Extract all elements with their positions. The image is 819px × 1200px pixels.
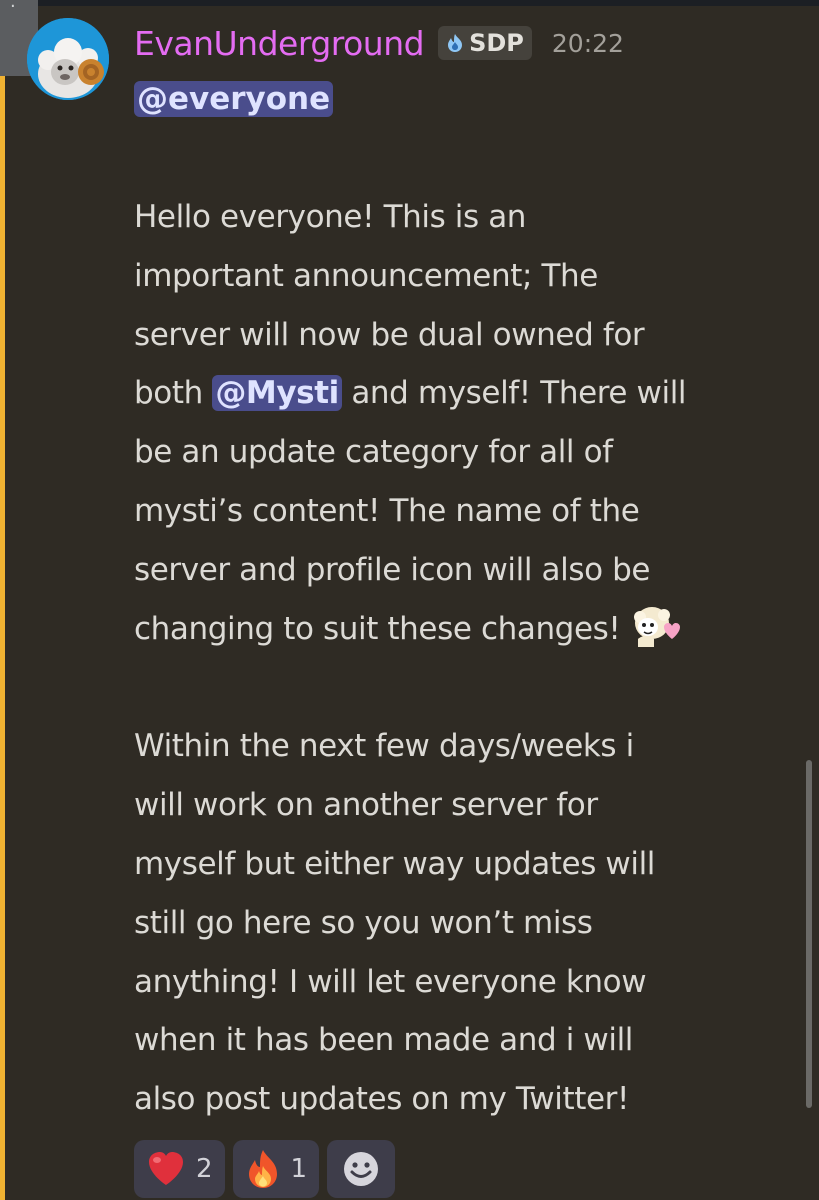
reaction-heart[interactable]: 2 [134,1140,225,1198]
mention-highlight-bar [0,76,5,1200]
fragment-glyph: · [10,0,16,17]
mention-everyone[interactable]: @everyone [134,81,334,117]
red-heart-icon [149,1152,183,1185]
fire-icon [248,1150,277,1188]
server-tag[interactable]: SDP [438,26,532,60]
add-reaction-button[interactable] [327,1140,396,1198]
text-line: Hello everyone! This is an [134,199,527,235]
reactions-bar: 2 1 [134,1140,396,1198]
message-body: Hello everyone! This is an important ann… [134,188,814,1129]
server-tag-label: SDP [469,29,524,57]
flame-badge-icon [448,34,463,52]
text-line: be an update category for all of [134,434,613,471]
reaction-fire[interactable]: 1 [232,1140,320,1198]
everyone-mention-line: @everyone [134,73,334,125]
mention-user[interactable]: @Mysti [212,375,342,412]
text-line: mysti’s content! The name of the [134,492,640,529]
reaction-count: 1 [290,1154,308,1184]
custom-emoji-icon[interactable] [630,601,684,649]
text-line: server will now be dual owned for [134,316,645,353]
text-line: important announcement; The [134,257,598,294]
text-line: anything! I will let everyone know [134,963,647,1000]
top-strip [0,0,819,6]
text-line: myself but either way updates will [134,845,656,882]
text-line: Within the next few days/weeks i [134,728,634,765]
text-line: will work on another server for [134,787,598,824]
add-reaction-icon [344,1152,379,1186]
text-line: when it has been made and i will [134,1022,634,1059]
text-line: changing to suit these changes! [134,600,814,659]
text-line: both @Mysti and myself! There will [134,364,814,423]
reaction-count: 2 [196,1154,213,1184]
text-segment: changing to suit these changes! [134,610,621,647]
timestamp[interactable]: 20:22 [552,29,624,58]
text-segment: both [134,375,213,412]
text-line: also post updates on my Twitter! [134,1081,630,1118]
avatar[interactable] [27,18,109,100]
message-header: EvanUnderground SDP 20:22 [134,18,624,68]
text-line: still go here so you won’t miss [134,904,593,941]
text-line: server and profile icon will also be [134,551,651,588]
scrollbar-thumb[interactable] [806,760,812,1108]
ram-avatar-icon [27,18,109,100]
text-segment: and myself! There will [341,375,687,412]
username[interactable]: EvanUnderground [134,24,425,63]
